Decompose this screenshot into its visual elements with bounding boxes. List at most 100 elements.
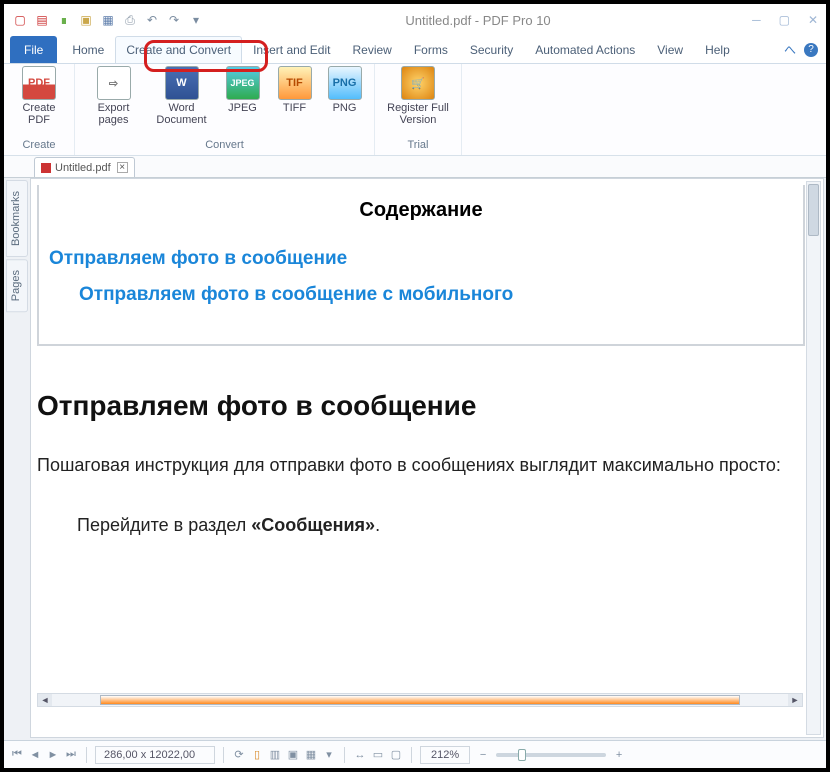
fit-width-icon[interactable]: ↔ [353,748,367,762]
pages-panel-tab[interactable]: Pages [6,259,28,312]
scrollbar-thumb[interactable] [808,184,819,236]
ribbon-item-label: Register Full Version [381,102,455,126]
tab-create-and-convert[interactable]: Create and Convert [115,36,242,63]
pdf-icon: PDF [22,66,56,100]
layout-menu-icon[interactable]: ▾ [322,748,336,762]
customize-icon[interactable]: ▾ [188,12,204,28]
vertical-scrollbar[interactable] [806,181,821,735]
maximize-button[interactable]: ▢ [779,13,790,27]
ribbon-group-convert: ⇨ Export pages W Word Document JPEG JPEG… [75,64,375,155]
app-window: ▢ ▤ ∎ ▣ ▦ ⎙ ↶ ↷ ▾ Untitled.pdf - PDF Pro… [0,0,830,772]
zoom-slider-knob[interactable] [518,749,526,761]
next-page-icon[interactable]: ► [46,748,60,762]
text-run: Перейдите в раздел [77,515,251,535]
document-tab[interactable]: Untitled.pdf × [34,157,135,177]
document-viewport[interactable]: Содержание Отправляем фото в сообщение О… [30,178,824,738]
pdf-icon[interactable]: ▤ [34,12,50,28]
titlebar: ▢ ▤ ∎ ▣ ▦ ⎙ ↶ ↷ ▾ Untitled.pdf - PDF Pro… [4,4,826,36]
ribbon-group-trial: 🛒 Register Full Version Trial [375,64,462,155]
scroll-left-icon[interactable]: ◄ [38,694,52,706]
view-mode-group: ⟳ ▯ ▥ ▣ ▦ ▾ [232,748,336,762]
tab-insert-and-edit[interactable]: Insert and Edit [242,36,341,63]
undo-icon[interactable]: ↶ [144,12,160,28]
tab-view[interactable]: View [646,36,694,63]
rotate-icon[interactable]: ⟳ [232,748,246,762]
tab-review[interactable]: Review [341,36,402,63]
png-button[interactable]: PNG PNG [325,66,365,114]
help-icon[interactable]: ? [804,43,818,57]
toc-title: Содержание [45,199,797,222]
tiff-icon: TIF [278,66,312,100]
zoom-in-icon[interactable]: + [612,748,626,762]
create-pdf-button[interactable]: PDF Create PDF [10,66,68,126]
ribbon-collapse-icon[interactable]: へ [784,41,796,58]
two-page-scroll-icon[interactable]: ▦ [304,748,318,762]
open-icon[interactable]: ▣ [78,12,94,28]
first-page-icon[interactable]: ⏮ [10,748,24,762]
tiff-button[interactable]: TIF TIFF [275,66,315,114]
save-icon[interactable]: ▦ [100,12,116,28]
file-tab[interactable]: File [10,36,57,63]
paragraph: Пошаговая инструкция для отправки фото в… [37,448,805,482]
scroll-right-icon[interactable]: ► [788,694,802,706]
list-item: Перейдите в раздел «Сообщения». [77,508,805,542]
tab-forms[interactable]: Forms [403,36,459,63]
tab-security[interactable]: Security [459,36,524,63]
last-page-icon[interactable]: ⏭ [64,748,78,762]
quick-access-toolbar: ▢ ▤ ∎ ▣ ▦ ⎙ ↶ ↷ ▾ [12,12,204,28]
fit-mode-group: ↔ ▭ ▢ [353,748,403,762]
horizontal-scrollbar[interactable]: ◄ ► [37,693,803,707]
zoom-value[interactable]: 212% [420,746,470,764]
tab-home[interactable]: Home [61,36,115,63]
redo-icon[interactable]: ↷ [166,12,182,28]
bookmarks-panel-tab[interactable]: Bookmarks [6,180,28,257]
ribbon-group-label: Convert [81,137,368,155]
statusbar: ⏮ ◄ ► ⏭ 286,00 x 12022,00 ⟳ ▯ ▥ ▣ ▦ ▾ ↔ … [4,740,826,768]
window-title: Untitled.pdf - PDF Pro 10 [208,13,748,28]
two-page-icon[interactable]: ▣ [286,748,300,762]
window-controls: ─ ▢ ✕ [752,13,818,27]
nav-group: ⏮ ◄ ► ⏭ [10,748,78,762]
tab-automated-actions[interactable]: Automated Actions [524,36,646,63]
single-page-icon[interactable]: ▯ [250,748,264,762]
register-icon: 🛒 [401,66,435,100]
ribbon-tabstrip: File Home Create and Convert Insert and … [4,36,826,64]
document-tabstrip: Untitled.pdf × [4,156,826,178]
close-button[interactable]: ✕ [808,13,818,27]
document-page: Содержание Отправляем фото в сообщение О… [37,185,805,731]
close-tab-icon[interactable]: × [117,162,128,173]
ribbon-item-label: PNG [333,102,357,114]
continuous-page-icon[interactable]: ▥ [268,748,282,762]
zoom-out-icon[interactable]: − [476,748,490,762]
jpeg-icon: JPEG [226,66,260,100]
app-icon: ▢ [12,12,28,28]
document-tab-label: Untitled.pdf [55,162,111,174]
fit-page-icon[interactable]: ▭ [371,748,385,762]
cursor-coordinates: 286,00 x 12022,00 [95,746,215,764]
print-icon[interactable]: ⎙ [122,12,138,28]
ribbon-body: PDF Create PDF Create ⇨ Export pages W W… [4,64,826,156]
toc-link[interactable]: Отправляем фото в сообщение с мобильного [79,284,797,306]
ribbon-item-label: JPEG [228,102,257,114]
ribbon-group-label: Trial [381,137,455,155]
jpeg-button[interactable]: JPEG JPEG [221,66,265,114]
toc-link[interactable]: Отправляем фото в сообщение [49,248,797,270]
side-panel-strip: Bookmarks Pages [4,178,30,740]
text-run: . [375,515,380,535]
word-document-button[interactable]: W Word Document [153,66,211,126]
prev-page-icon[interactable]: ◄ [28,748,42,762]
toc-block: Содержание Отправляем фото в сообщение О… [37,185,805,346]
pdf-doc-icon [41,163,51,173]
ribbon-group-create: PDF Create PDF Create [4,64,75,155]
new-icon[interactable]: ∎ [56,12,72,28]
text-run-bold: «Сообщения» [251,515,375,535]
ribbon-item-label: Word Document [153,102,211,126]
minimize-button[interactable]: ─ [752,13,761,27]
scrollbar-thumb[interactable] [100,695,740,705]
actual-size-icon[interactable]: ▢ [389,748,403,762]
zoom-slider[interactable] [496,753,606,757]
export-icon: ⇨ [97,66,131,100]
export-pages-button[interactable]: ⇨ Export pages [85,66,143,126]
tab-help[interactable]: Help [694,36,741,63]
register-full-version-button[interactable]: 🛒 Register Full Version [381,66,455,126]
